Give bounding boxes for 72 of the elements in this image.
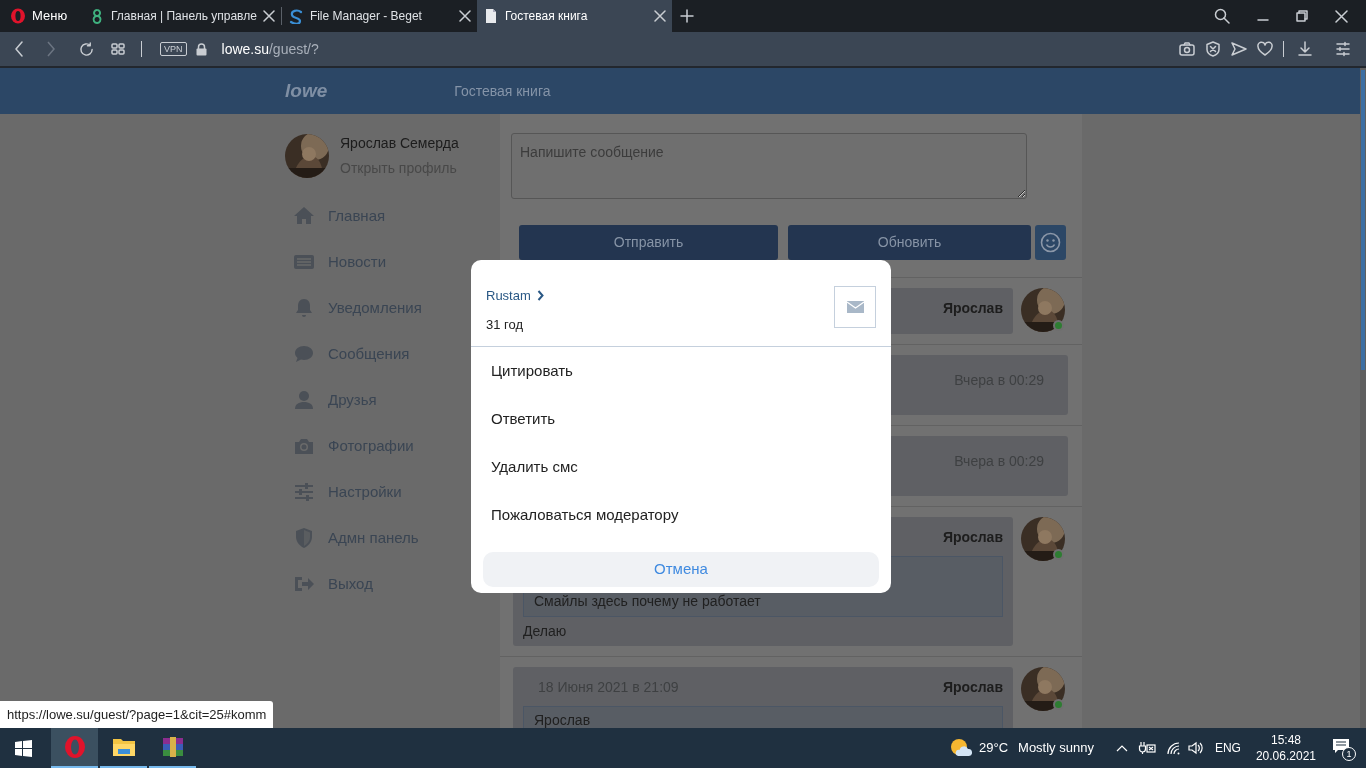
home-icon bbox=[293, 205, 315, 227]
new-tab-icon[interactable] bbox=[679, 9, 694, 23]
heart-icon[interactable] bbox=[1257, 41, 1273, 57]
user-link[interactable]: Rustam bbox=[486, 286, 544, 306]
power-icon[interactable] bbox=[1137, 741, 1156, 755]
close-icon[interactable] bbox=[653, 10, 666, 22]
close-icon[interactable] bbox=[262, 10, 275, 22]
menu-button[interactable]: Меню bbox=[0, 0, 83, 32]
address-field[interactable]: lowe.su/guest/? bbox=[221, 38, 319, 60]
sun-cloud-icon bbox=[950, 738, 972, 758]
nav-link[interactable]: Гостевая книга bbox=[454, 80, 551, 102]
wave-logo-icon bbox=[287, 8, 304, 24]
language-indicator[interactable]: ENG bbox=[1214, 739, 1241, 757]
chevron-right-icon bbox=[536, 290, 544, 302]
back-icon[interactable] bbox=[14, 41, 24, 57]
message-text: Делаю bbox=[523, 622, 568, 641]
browser-tab[interactable]: Главная | Панель управле bbox=[83, 0, 281, 32]
restore-icon[interactable] bbox=[1296, 10, 1308, 22]
menu-item[interactable]: Ответить bbox=[471, 395, 891, 443]
scrollbar-thumb[interactable] bbox=[1361, 70, 1365, 370]
bell-icon bbox=[293, 297, 315, 319]
quote-text: Смайлы здесь почему не работает bbox=[534, 593, 761, 610]
send-button[interactable]: Отправить bbox=[519, 225, 778, 260]
sliders-icon bbox=[293, 481, 315, 503]
profile-name[interactable]: Ярослав Семерда bbox=[340, 133, 459, 154]
user-age: 31 год bbox=[486, 315, 525, 334]
refresh-button[interactable]: Обновить bbox=[788, 225, 1031, 260]
opera-logo-icon bbox=[10, 8, 26, 24]
volume-icon[interactable] bbox=[1187, 741, 1204, 755]
avatar[interactable] bbox=[1021, 288, 1065, 332]
camera-icon[interactable] bbox=[1179, 41, 1195, 57]
emoji-button[interactable] bbox=[1035, 225, 1066, 260]
browser-tab[interactable]: Гостевая книга bbox=[476, 0, 672, 32]
opera-logo-icon bbox=[62, 735, 87, 759]
avatar[interactable] bbox=[1021, 517, 1065, 561]
menu-item[interactable]: Удалить смс bbox=[471, 443, 891, 491]
close-icon[interactable] bbox=[458, 10, 471, 22]
wifi-icon[interactable] bbox=[1165, 741, 1182, 755]
message-author[interactable]: Ярослав bbox=[942, 297, 1003, 319]
lock-icon bbox=[195, 42, 207, 56]
grid-icon[interactable] bbox=[111, 43, 125, 55]
settings-icon[interactable] bbox=[1335, 41, 1351, 57]
taskbar-app[interactable] bbox=[51, 728, 98, 768]
vpn-badge[interactable]: VPN bbox=[160, 42, 187, 56]
chevron-up-icon[interactable] bbox=[1115, 744, 1128, 752]
shield-icon[interactable] bbox=[1205, 41, 1221, 57]
search-icon[interactable] bbox=[1214, 8, 1230, 24]
menu-item[interactable]: Пожаловаться модератору bbox=[471, 491, 891, 539]
download-icon[interactable] bbox=[1297, 41, 1313, 57]
send-icon[interactable] bbox=[1231, 41, 1247, 57]
menu-item[interactable]: Цитировать bbox=[471, 347, 891, 395]
weather-widget[interactable]: 29°C Mostly sunny bbox=[950, 738, 1094, 758]
clock[interactable]: 15:48 20.06.2021 bbox=[1255, 732, 1316, 764]
browser-tab[interactable]: File Manager - Beget bbox=[281, 0, 477, 32]
close-icon[interactable] bbox=[1335, 9, 1348, 23]
smiley-icon bbox=[1040, 232, 1061, 253]
cancel-button[interactable]: Отмена bbox=[483, 552, 879, 587]
windows-icon[interactable] bbox=[15, 739, 32, 757]
notification-count: 1 bbox=[1342, 747, 1356, 761]
shield-icon bbox=[293, 527, 315, 549]
reload-icon[interactable] bbox=[79, 41, 94, 57]
quote-author: Ярослав bbox=[534, 712, 591, 728]
site-logo[interactable]: lowe bbox=[285, 76, 328, 106]
envelope-icon bbox=[846, 301, 864, 313]
avatar[interactable] bbox=[285, 134, 329, 178]
status-url: https://lowe.su/guest/?page=1&cit=25#komm bbox=[0, 701, 274, 728]
message-author[interactable]: Ярослав bbox=[942, 676, 1003, 698]
avatar[interactable] bbox=[1021, 667, 1065, 711]
message-author[interactable]: Ярослав bbox=[942, 526, 1003, 548]
archive-icon bbox=[160, 735, 185, 759]
chat-icon bbox=[293, 343, 315, 365]
user-icon bbox=[293, 389, 315, 411]
